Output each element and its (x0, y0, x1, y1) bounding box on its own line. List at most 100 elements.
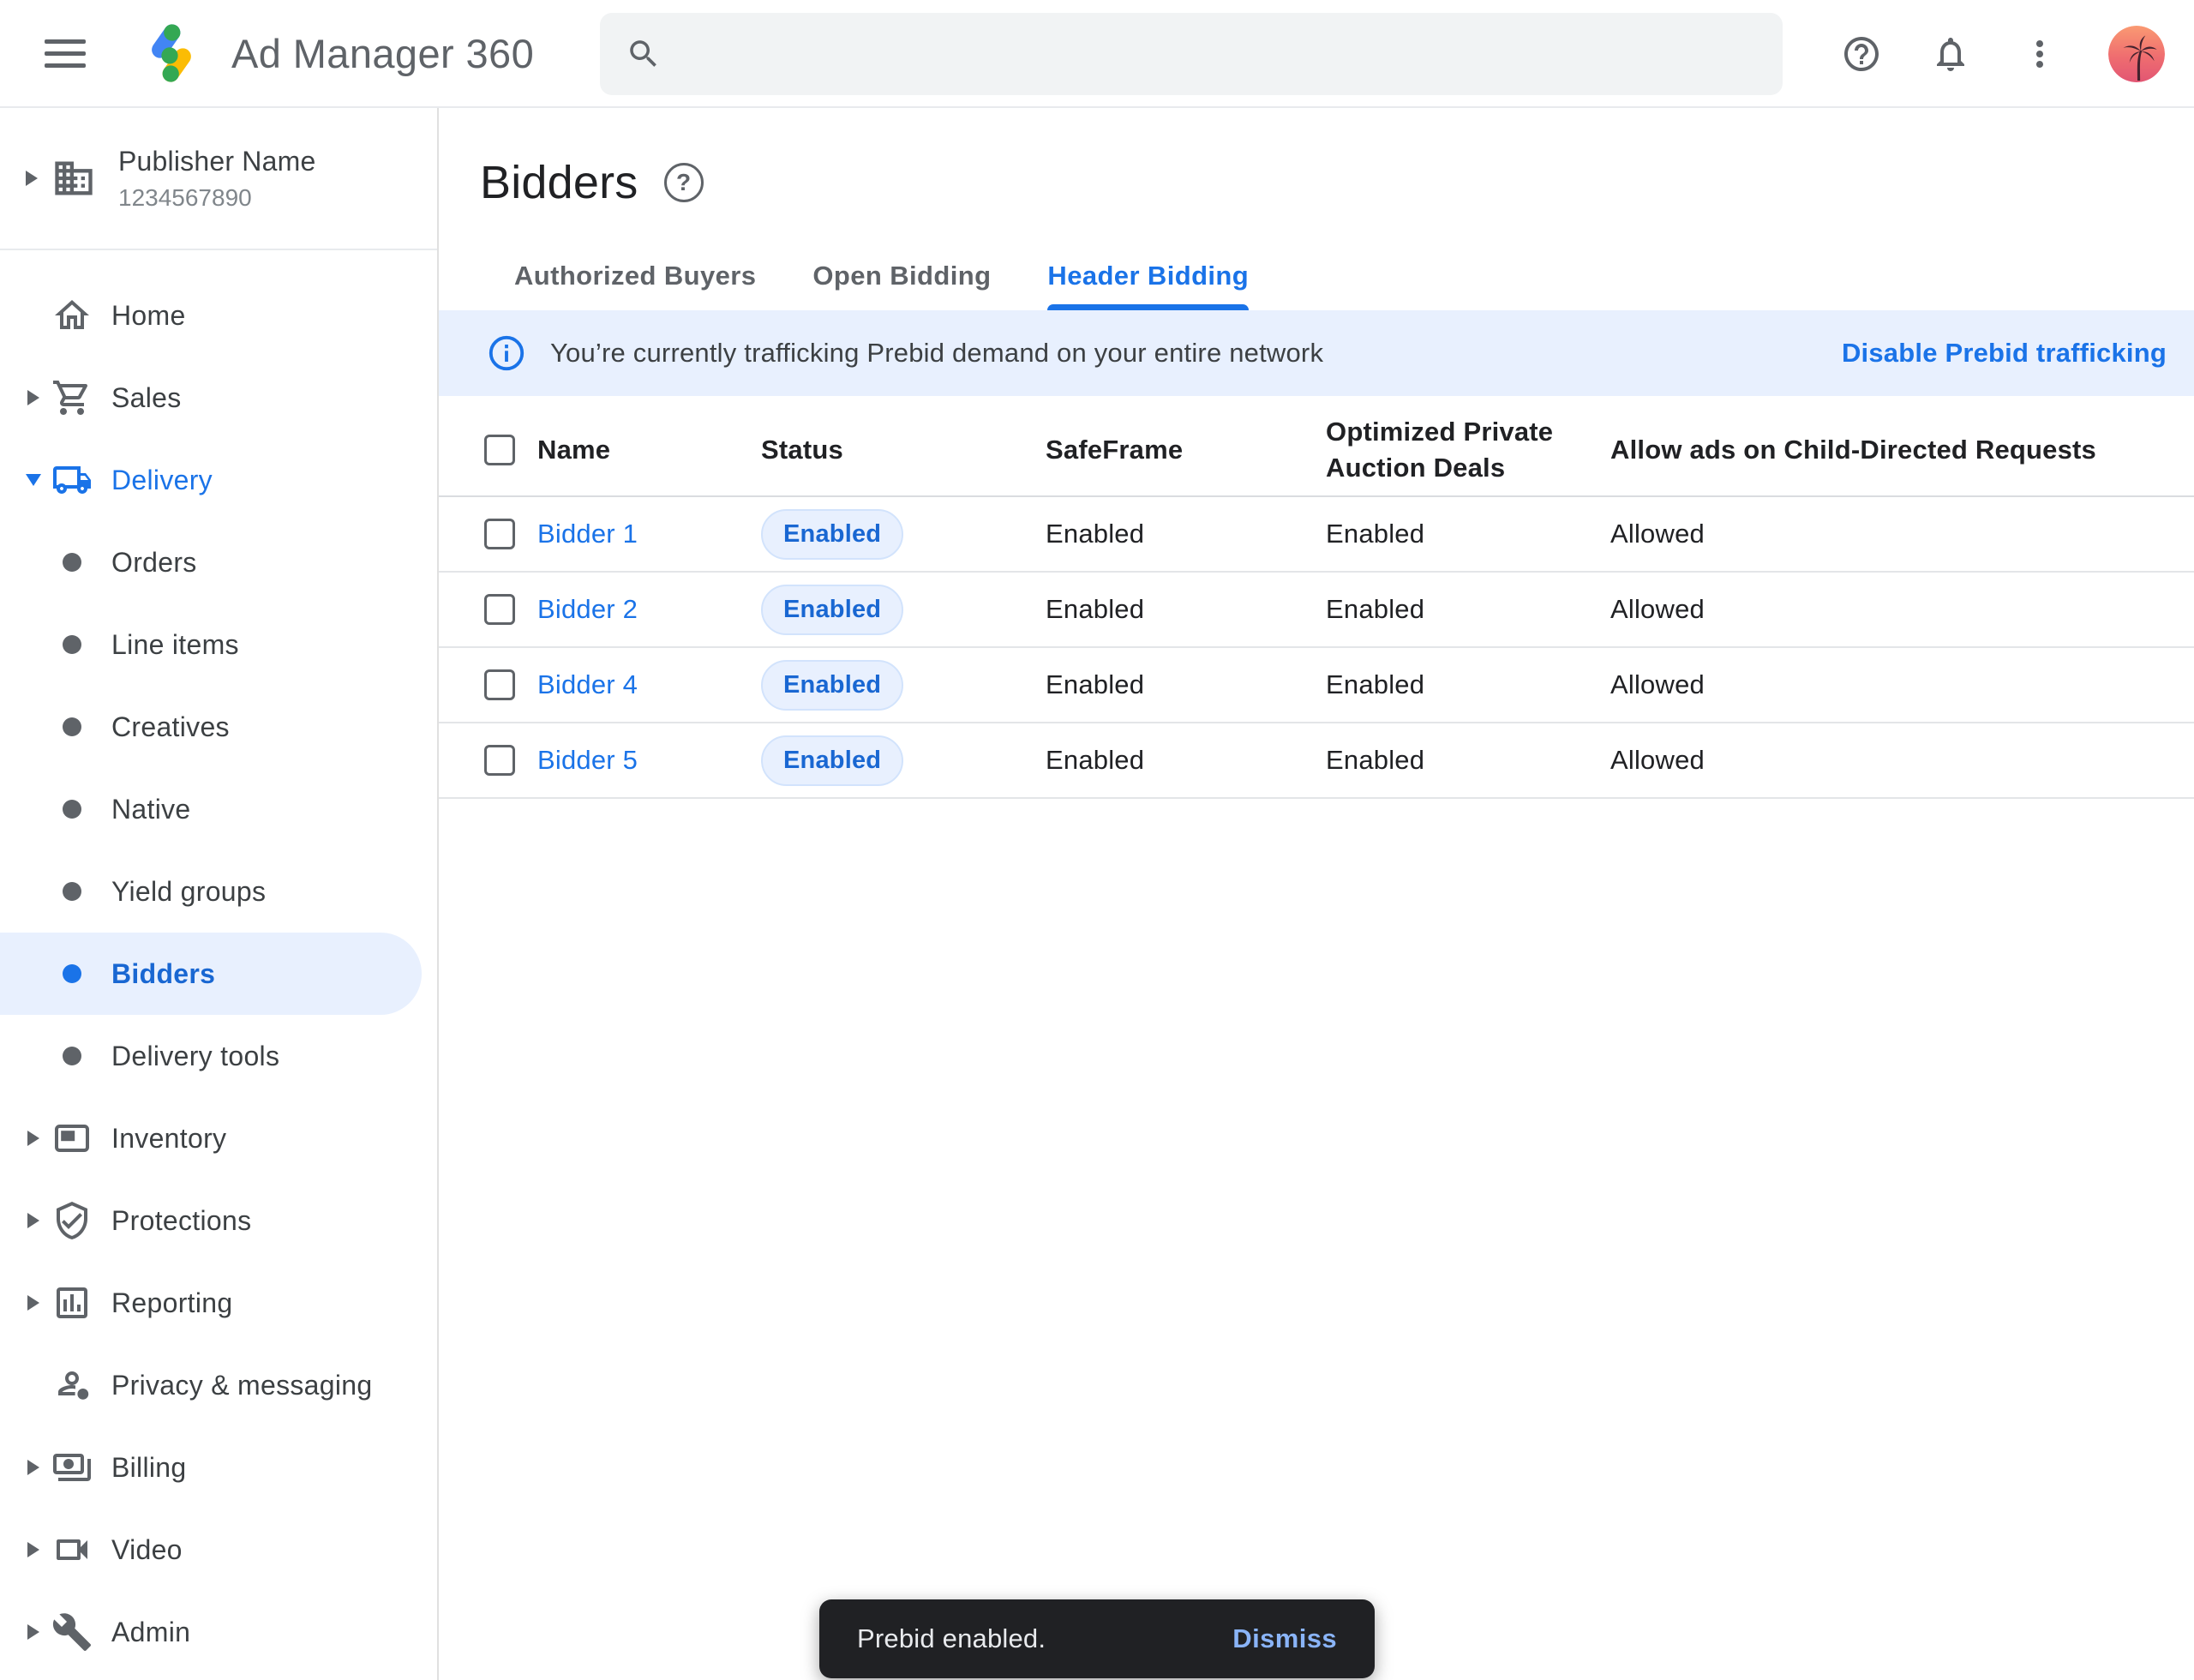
sidebar-item-orders[interactable]: Orders (0, 521, 437, 603)
expand-arrow-icon[interactable] (27, 1542, 39, 1557)
dismiss-button[interactable]: Dismiss (1232, 1623, 1337, 1654)
table-row: Bidder 1 Enabled Enabled Enabled Allowed (439, 497, 2194, 573)
ad-manager-logo-icon (135, 17, 207, 89)
sidebar-item-native[interactable]: Native (0, 768, 437, 850)
tab-header-bidding[interactable]: Header Bidding (1047, 261, 1249, 310)
tab-open-bidding[interactable]: Open Bidding (812, 261, 991, 310)
sidebar-item-admin[interactable]: Admin (0, 1591, 437, 1673)
select-all-checkbox[interactable] (484, 435, 515, 465)
table-row: Bidder 5 Enabled Enabled Enabled Allowed (439, 723, 2194, 799)
optimized-private-auction-deals-value: Enabled (1326, 519, 1610, 549)
bidder-link[interactable]: Bidder 1 (537, 519, 761, 549)
help-button[interactable] (1841, 33, 1882, 75)
sidebar-item-line-items[interactable]: Line items (0, 603, 437, 686)
collapse-arrow-icon[interactable] (26, 474, 41, 486)
sidebar-item-label: Video (111, 1534, 183, 1566)
sidebar-item-label: Yield groups (111, 876, 266, 908)
table-row: Bidder 4 Enabled Enabled Enabled Allowed (439, 648, 2194, 723)
expand-arrow-icon[interactable] (27, 390, 39, 405)
bullet-icon (51, 789, 93, 830)
bullet-icon (51, 542, 93, 583)
app-title: Ad Manager 360 (231, 30, 534, 77)
sidebar-item-inventory[interactable]: Inventory (0, 1097, 437, 1179)
ad-manager-logo[interactable] (135, 17, 207, 89)
search-input[interactable] (682, 39, 1757, 70)
bidder-link[interactable]: Bidder 4 (537, 669, 761, 700)
child-directed-value: Allowed (1610, 745, 2194, 776)
safeframe-value: Enabled (1046, 745, 1326, 776)
expand-arrow-icon[interactable] (27, 1131, 39, 1146)
sidebar-item-label: Delivery (111, 465, 213, 496)
bullet-icon (51, 871, 93, 912)
child-directed-value: Allowed (1610, 669, 2194, 700)
sidebar-item-label: Sales (111, 382, 182, 414)
optimized-private-auction-deals-value: Enabled (1326, 594, 1610, 625)
sidebar-item-privacy-messaging[interactable]: Privacy & messaging (0, 1344, 437, 1426)
bidder-link[interactable]: Bidder 2 (537, 594, 761, 625)
column-header-safeframe: SafeFrame (1046, 432, 1326, 468)
row-checkbox[interactable] (484, 745, 515, 776)
sidebar-item-delivery[interactable]: Delivery (0, 439, 437, 521)
status-badge: Enabled (761, 660, 903, 711)
child-directed-value: Allowed (1610, 594, 2194, 625)
sidebar-item-protections[interactable]: Protections (0, 1179, 437, 1262)
expand-arrow-icon[interactable] (27, 1213, 39, 1228)
tab-bar: Authorized Buyers Open Bidding Header Bi… (514, 261, 2194, 310)
sidebar-item-creatives[interactable]: Creatives (0, 686, 437, 768)
avatar[interactable] (2108, 26, 2165, 82)
sidebar-item-billing[interactable]: Billing (0, 1426, 437, 1509)
publisher-name: Publisher Name (118, 146, 315, 177)
tab-authorized-buyers[interactable]: Authorized Buyers (514, 261, 756, 310)
status-badge: Enabled (761, 509, 903, 560)
video-camera-icon (51, 1529, 93, 1570)
notifications-button[interactable] (1930, 33, 1971, 75)
safeframe-value: Enabled (1046, 594, 1326, 625)
toast-message: Prebid enabled. (857, 1623, 1046, 1654)
sidebar-item-home[interactable]: Home (0, 274, 437, 357)
sidebar-item-video[interactable]: Video (0, 1509, 437, 1591)
optimized-private-auction-deals-value: Enabled (1326, 669, 1610, 700)
sidebar-item-label: Bidders (111, 958, 215, 990)
browser-window-icon (51, 1118, 93, 1159)
row-checkbox[interactable] (484, 669, 515, 700)
more-vert-icon (2019, 33, 2060, 75)
sidebar-item-label: Reporting (111, 1287, 232, 1319)
publisher-switcher[interactable]: Publisher Name 1234567890 (0, 108, 437, 250)
more-options-button[interactable] (2019, 33, 2060, 75)
home-icon (51, 295, 93, 336)
row-checkbox[interactable] (484, 594, 515, 625)
bullet-icon (51, 1035, 93, 1077)
help-icon (1841, 33, 1882, 75)
sidebar-item-label: Orders (111, 547, 197, 579)
wrench-icon (51, 1611, 93, 1653)
person-badge-icon (51, 1365, 93, 1406)
notifications-bell-icon (1930, 33, 1971, 75)
sidebar-item-bidders[interactable]: Bidders (0, 933, 437, 1015)
bullet-icon (51, 953, 93, 994)
sidebar: Publisher Name 1234567890 Home Sales Del… (0, 108, 439, 1680)
hamburger-menu-icon[interactable] (45, 32, 86, 75)
disable-prebid-trafficking-link[interactable]: Disable Prebid trafficking (1842, 338, 2167, 369)
sidebar-item-yield-groups[interactable]: Yield groups (0, 850, 437, 933)
sidebar-item-delivery-tools[interactable]: Delivery tools (0, 1015, 437, 1097)
info-icon (487, 333, 526, 373)
table-row: Bidder 2 Enabled Enabled Enabled Allowed (439, 573, 2194, 648)
page-help-icon[interactable]: ? (664, 163, 704, 202)
sidebar-item-sales[interactable]: Sales (0, 357, 437, 439)
child-directed-value: Allowed (1610, 519, 2194, 549)
topbar-actions (1841, 0, 2165, 108)
safeframe-value: Enabled (1046, 519, 1326, 549)
shopping-cart-icon (51, 377, 93, 418)
sidebar-item-reporting[interactable]: Reporting (0, 1262, 437, 1344)
expand-arrow-icon (26, 171, 38, 186)
expand-arrow-icon[interactable] (27, 1624, 39, 1640)
bidders-table: Name Status SafeFrame Optimized Private … (439, 405, 2194, 799)
expand-arrow-icon[interactable] (27, 1295, 39, 1311)
sidebar-item-label: Protections (111, 1205, 251, 1237)
sidebar-item-label: Admin (111, 1617, 190, 1648)
bidder-link[interactable]: Bidder 5 (537, 745, 761, 776)
row-checkbox[interactable] (484, 519, 515, 549)
sidebar-item-label: Creatives (111, 711, 230, 743)
bar-chart-icon (51, 1282, 93, 1323)
expand-arrow-icon[interactable] (27, 1460, 39, 1475)
